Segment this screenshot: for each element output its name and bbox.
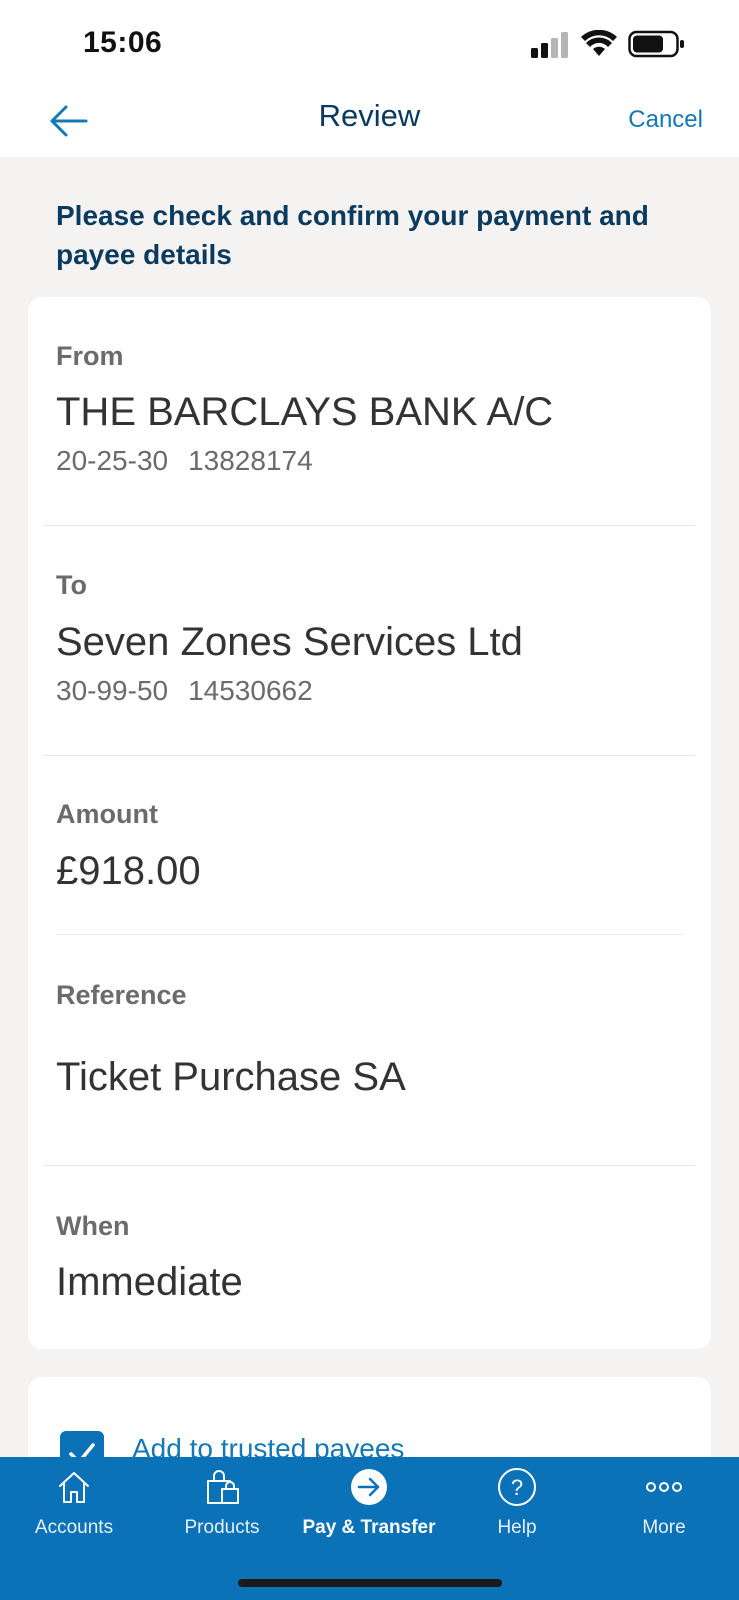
tab-help[interactable]: ? Help [443, 1457, 591, 1567]
from-account-details: 20-25-30 13828174 [56, 445, 333, 477]
arrow-right-circle-icon [351, 1469, 387, 1505]
reference-value: Ticket Purchase SA [56, 1055, 406, 1099]
tab-label: Pay & Transfer [302, 1517, 436, 1538]
tab-more[interactable]: More [590, 1457, 738, 1567]
reference-label: Reference [56, 980, 187, 1010]
nav-bar: Review Cancel [0, 90, 739, 157]
tab-label: Accounts [34, 1517, 114, 1538]
divider [44, 525, 695, 526]
from-sort-code: 20-25-30 [56, 445, 169, 476]
to-label: To [56, 570, 87, 600]
from-account-number: 13828174 [188, 445, 313, 476]
trusted-payees-checkbox[interactable] [60, 1431, 104, 1457]
signal-icon [531, 32, 568, 58]
tab-accounts[interactable]: Accounts [0, 1457, 148, 1567]
status-bar: 15:06 [0, 0, 739, 90]
payment-details-card: From THE BARCLAYS BANK A/C 20-25-30 13828… [28, 297, 711, 1349]
more-dots-icon [646, 1482, 682, 1492]
trusted-payees-card: Add to trusted payees [28, 1377, 711, 1457]
amount-value: £918.00 [56, 849, 201, 893]
instruction-text: Please check and confirm your payment an… [56, 200, 649, 270]
status-time: 15:06 [83, 26, 163, 59]
to-account-number: 14530662 [188, 675, 313, 706]
wifi-icon [581, 30, 617, 56]
to-payee-name: Seven Zones Services Ltd [56, 620, 523, 664]
when-label: When [56, 1211, 130, 1241]
tab-label: Help [497, 1517, 537, 1538]
shopping-bag-icon [207, 1470, 239, 1504]
tab-pay-transfer[interactable]: Pay & Transfer [295, 1457, 443, 1567]
trusted-payees-label[interactable]: Add to trusted payees [132, 1433, 404, 1457]
to-sort-code: 30-99-50 [56, 675, 169, 706]
home-icon [59, 1472, 89, 1503]
amount-label: Amount [56, 799, 158, 829]
question-circle-icon: ? [498, 1468, 536, 1506]
divider [44, 1165, 695, 1166]
to-account-details: 30-99-50 14530662 [56, 675, 333, 707]
divider [56, 934, 683, 935]
from-label: From [56, 341, 124, 371]
tab-label: More [642, 1517, 686, 1538]
when-value: Immediate [56, 1260, 243, 1304]
svg-text:?: ? [511, 1475, 523, 1500]
tab-label: Products [184, 1517, 260, 1538]
from-account-name: THE BARCLAYS BANK A/C [56, 390, 554, 434]
cancel-button[interactable]: Cancel [628, 106, 703, 134]
home-indicator [238, 1579, 502, 1587]
divider [44, 755, 695, 756]
tab-products[interactable]: Products [148, 1457, 296, 1567]
checkmark-icon [69, 1443, 95, 1457]
battery-icon [628, 30, 684, 58]
